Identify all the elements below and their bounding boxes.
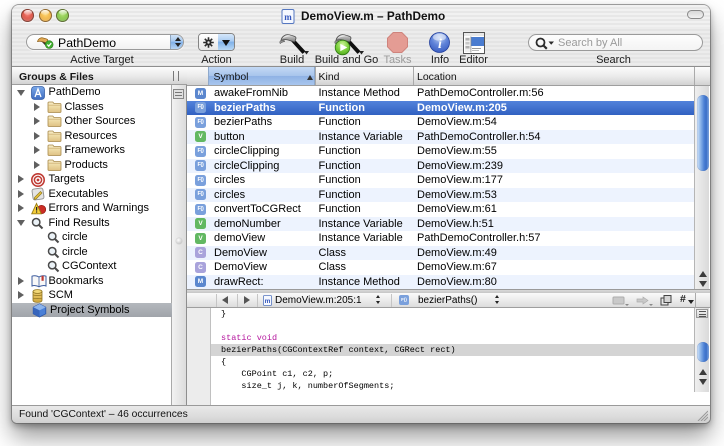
- svg-text:m: m: [265, 298, 271, 305]
- svg-text:i: i: [438, 37, 442, 52]
- svg-text:m: m: [284, 12, 292, 22]
